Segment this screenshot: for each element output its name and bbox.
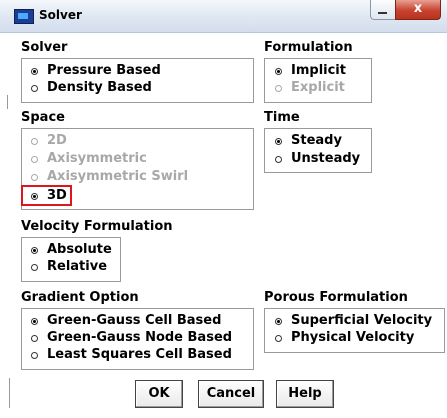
radio-least-squares-cell-based[interactable]: Least Squares Cell Based	[30, 347, 232, 363]
radio-unsteady[interactable]: Unsteady	[274, 151, 360, 167]
minimize-button[interactable]	[370, 0, 396, 20]
radio-pressure-based[interactable]: Pressure Based	[30, 63, 161, 79]
porous-formulation-group-title: Porous Formulation	[264, 290, 408, 305]
gradient-option-group-title: Gradient Option	[21, 290, 139, 305]
radio-empty-icon	[30, 133, 41, 147]
radio-selected-icon	[30, 63, 41, 77]
radio-selected-icon	[274, 313, 285, 327]
cancel-button[interactable]: Cancel	[198, 380, 264, 408]
space-group-title: Space	[21, 110, 65, 125]
radio-green-gauss-cell-based[interactable]: Green-Gauss Cell Based	[30, 313, 221, 329]
radio-superficial-velocity[interactable]: Superficial Velocity	[274, 313, 432, 329]
radio-explicit: Explicit	[274, 80, 345, 96]
divider	[9, 378, 10, 408]
time-group-title: Time	[264, 110, 300, 125]
radio-physical-velocity[interactable]: Physical Velocity	[274, 330, 414, 346]
option-label: Implicit	[291, 63, 346, 78]
radio-absolute[interactable]: Absolute	[30, 242, 112, 258]
radio-selected-icon	[30, 313, 41, 327]
velocity-formulation-group-title: Velocity Formulation	[21, 219, 173, 234]
ok-button[interactable]: OK	[135, 380, 183, 408]
option-label: Superficial Velocity	[291, 313, 433, 328]
radio-empty-icon	[30, 80, 41, 94]
option-label: Relative	[47, 259, 108, 274]
option-label: Density Based	[47, 80, 152, 95]
radio-empty-icon	[274, 80, 285, 94]
radio-empty-icon	[274, 330, 285, 344]
close-button[interactable]: x	[395, 0, 441, 20]
option-label: Axisymmetric	[47, 151, 147, 166]
help-button[interactable]: Help	[276, 380, 334, 408]
option-label: Steady	[291, 133, 342, 148]
window-title: Solver	[39, 8, 82, 22]
option-label: 2D	[47, 133, 67, 148]
radio-green-gauss-node-based[interactable]: Green-Gauss Node Based	[30, 330, 232, 346]
radio-selected-icon	[30, 242, 41, 256]
radio-empty-icon	[30, 347, 41, 361]
radio-axisymmetric-swirl: Axisymmetric Swirl	[30, 169, 188, 185]
radio-selected-icon	[274, 133, 285, 147]
annotation-highlight-box	[21, 185, 72, 206]
radio-selected-icon	[274, 63, 285, 77]
option-label: Absolute	[47, 242, 112, 257]
option-label: Green-Gauss Cell Based	[47, 313, 222, 328]
radio-empty-icon	[30, 259, 41, 273]
option-label: Explicit	[291, 80, 345, 95]
divider	[7, 95, 8, 109]
radio-implicit[interactable]: Implicit	[274, 63, 346, 79]
option-label: Least Squares Cell Based	[47, 347, 232, 362]
option-label: Green-Gauss Node Based	[47, 330, 233, 345]
radio-2d: 2D	[30, 133, 67, 149]
radio-relative[interactable]: Relative	[30, 259, 107, 275]
radio-empty-icon	[30, 151, 41, 165]
option-label: Physical Velocity	[291, 330, 415, 345]
app-icon	[14, 9, 34, 24]
radio-steady[interactable]: Steady	[274, 133, 342, 149]
radio-empty-icon	[30, 169, 41, 183]
radio-axisymmetric: Axisymmetric	[30, 151, 147, 167]
radio-density-based[interactable]: Density Based	[30, 80, 152, 96]
option-label: Pressure Based	[47, 63, 161, 78]
radio-empty-icon	[30, 330, 41, 344]
title-bar[interactable]: Solver x	[0, 0, 447, 33]
option-label: Axisymmetric Swirl	[47, 169, 189, 184]
option-label: Unsteady	[291, 151, 361, 166]
formulation-group-title: Formulation	[264, 40, 353, 55]
radio-empty-icon	[274, 151, 285, 165]
solver-group-title: Solver	[21, 40, 68, 55]
